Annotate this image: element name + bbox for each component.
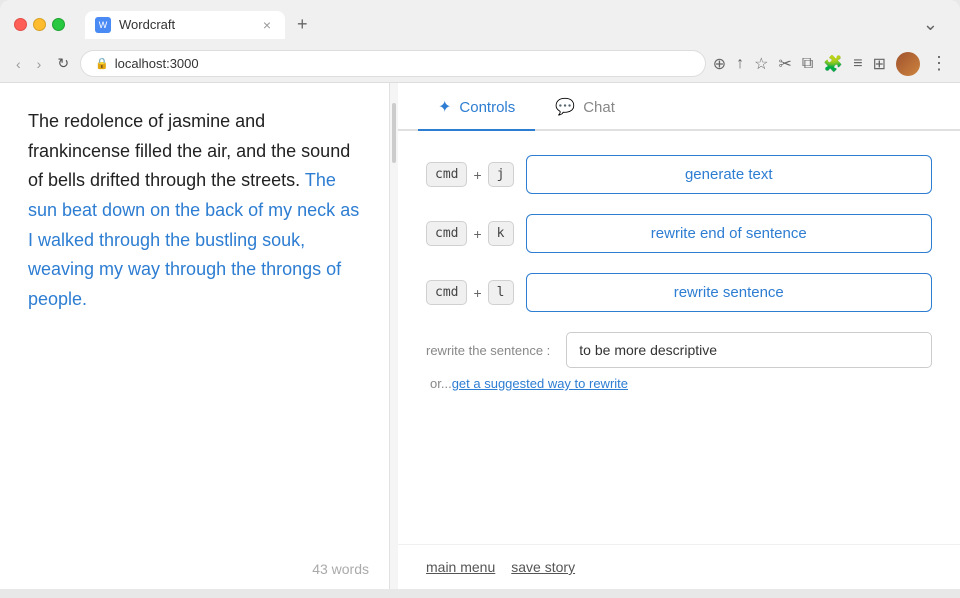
maximize-window-button[interactable]: [52, 18, 65, 31]
copy-icon[interactable]: ⧉: [802, 55, 813, 73]
save-story-link[interactable]: save story: [511, 559, 575, 575]
tab-close-button[interactable]: ×: [263, 17, 271, 33]
plus-2: +: [473, 226, 481, 242]
window-expand-button[interactable]: ⌄: [923, 14, 938, 35]
address-bar[interactable]: 🔒 localhost:3000: [81, 51, 705, 76]
bookmark-icon[interactable]: ☆: [754, 54, 768, 74]
cmd-key-3: cmd: [426, 280, 467, 305]
controls-tab-label: Controls: [459, 99, 515, 116]
rewrite-label-text: rewrite the sentence :: [426, 343, 550, 358]
browser-menu-button[interactable]: ⋮: [930, 53, 948, 74]
k-key: k: [488, 221, 514, 246]
rewrite-label-row: rewrite the sentence :: [426, 332, 932, 368]
scrollbar-thumb[interactable]: [392, 103, 396, 163]
tab-title: Wordcraft: [119, 17, 175, 32]
share-icon[interactable]: ↑: [736, 55, 744, 73]
app-container: The redolence of jasmine and frankincens…: [0, 83, 960, 589]
extensions-icon[interactable]: 🧩: [823, 54, 843, 74]
back-button[interactable]: ‹: [12, 54, 25, 74]
tab-controls[interactable]: ✦ Controls: [418, 83, 535, 131]
active-tab[interactable]: W Wordcraft ×: [85, 11, 285, 39]
tab-favicon: W: [95, 17, 111, 33]
rewrite-end-shortcut: cmd + k: [426, 221, 514, 246]
forward-button[interactable]: ›: [33, 54, 46, 74]
traffic-lights: [14, 18, 65, 31]
suggest-link[interactable]: get a suggested way to rewrite: [452, 376, 628, 391]
profile-avatar[interactable]: [896, 52, 920, 76]
editor-text-highlighted: The sun beat down on the back of my neck…: [28, 170, 359, 309]
address-text: localhost:3000: [115, 56, 199, 71]
tab-groups-icon[interactable]: ⊞: [873, 54, 886, 74]
sparkle-icon: ✦: [438, 97, 451, 117]
generate-shortcut: cmd + j: [426, 162, 514, 187]
rewrite-sentence-row: cmd + l rewrite sentence: [426, 273, 932, 312]
rewrite-sentence-button[interactable]: rewrite sentence: [526, 273, 933, 312]
browser-chrome: W Wordcraft × + ⌄ ‹ › ↻ 🔒 localhost:3000…: [0, 0, 960, 83]
panel-tabs: ✦ Controls 💬 Chat: [398, 83, 960, 131]
new-tab-button[interactable]: +: [289, 10, 316, 39]
cmd-key-2: cmd: [426, 221, 467, 246]
j-key: j: [488, 162, 514, 187]
minimize-window-button[interactable]: [33, 18, 46, 31]
word-count: 43 words: [0, 553, 389, 589]
main-menu-link[interactable]: main menu: [426, 559, 495, 575]
cut-icon[interactable]: ✂: [778, 54, 791, 74]
security-icon: 🔒: [95, 57, 109, 70]
rewrite-input-section: rewrite the sentence : or...get a sugges…: [426, 332, 932, 391]
reload-button[interactable]: ↻: [53, 53, 73, 74]
or-link-row: or...get a suggested way to rewrite: [430, 376, 932, 391]
rewrite-end-row: cmd + k rewrite end of sentence: [426, 214, 932, 253]
close-window-button[interactable]: [14, 18, 27, 31]
title-bar: W Wordcraft × + ⌄: [0, 0, 960, 45]
chat-tab-label: Chat: [583, 99, 615, 116]
generate-text-row: cmd + j generate text: [426, 155, 932, 194]
rewrite-sentence-shortcut: cmd + l: [426, 280, 514, 305]
address-bar-row: ‹ › ↻ 🔒 localhost:3000 ⊕ ↑ ☆ ✂ ⧉ 🧩 ≡ ⊞ ⋮: [0, 45, 960, 83]
chat-icon: 💬: [555, 97, 575, 117]
controls-panel: ✦ Controls 💬 Chat cmd + j generate text: [398, 83, 960, 589]
footer-actions: main menu save story: [398, 544, 960, 589]
cmd-key-1: cmd: [426, 162, 467, 187]
or-text: or...: [430, 376, 452, 391]
reading-list-icon[interactable]: ≡: [853, 55, 862, 73]
l-key: l: [488, 280, 514, 305]
tab-chat[interactable]: 💬 Chat: [535, 83, 635, 129]
controls-content: cmd + j generate text cmd + k rewrite en…: [398, 131, 960, 544]
zoom-icon[interactable]: ⊕: [713, 54, 726, 74]
tab-bar: W Wordcraft × +: [73, 10, 328, 39]
rewrite-input-field[interactable]: [566, 332, 932, 368]
generate-text-button[interactable]: generate text: [526, 155, 933, 194]
rewrite-end-button[interactable]: rewrite end of sentence: [526, 214, 933, 253]
editor-content[interactable]: The redolence of jasmine and frankincens…: [0, 83, 389, 553]
editor-panel: The redolence of jasmine and frankincens…: [0, 83, 390, 589]
scrollbar-divider: [390, 83, 398, 589]
plus-3: +: [473, 285, 481, 301]
toolbar-icons: ⊕ ↑ ☆ ✂ ⧉ 🧩 ≡ ⊞ ⋮: [713, 52, 948, 76]
editor-text-normal: The redolence of jasmine and frankincens…: [28, 111, 350, 190]
plus-1: +: [473, 167, 481, 183]
